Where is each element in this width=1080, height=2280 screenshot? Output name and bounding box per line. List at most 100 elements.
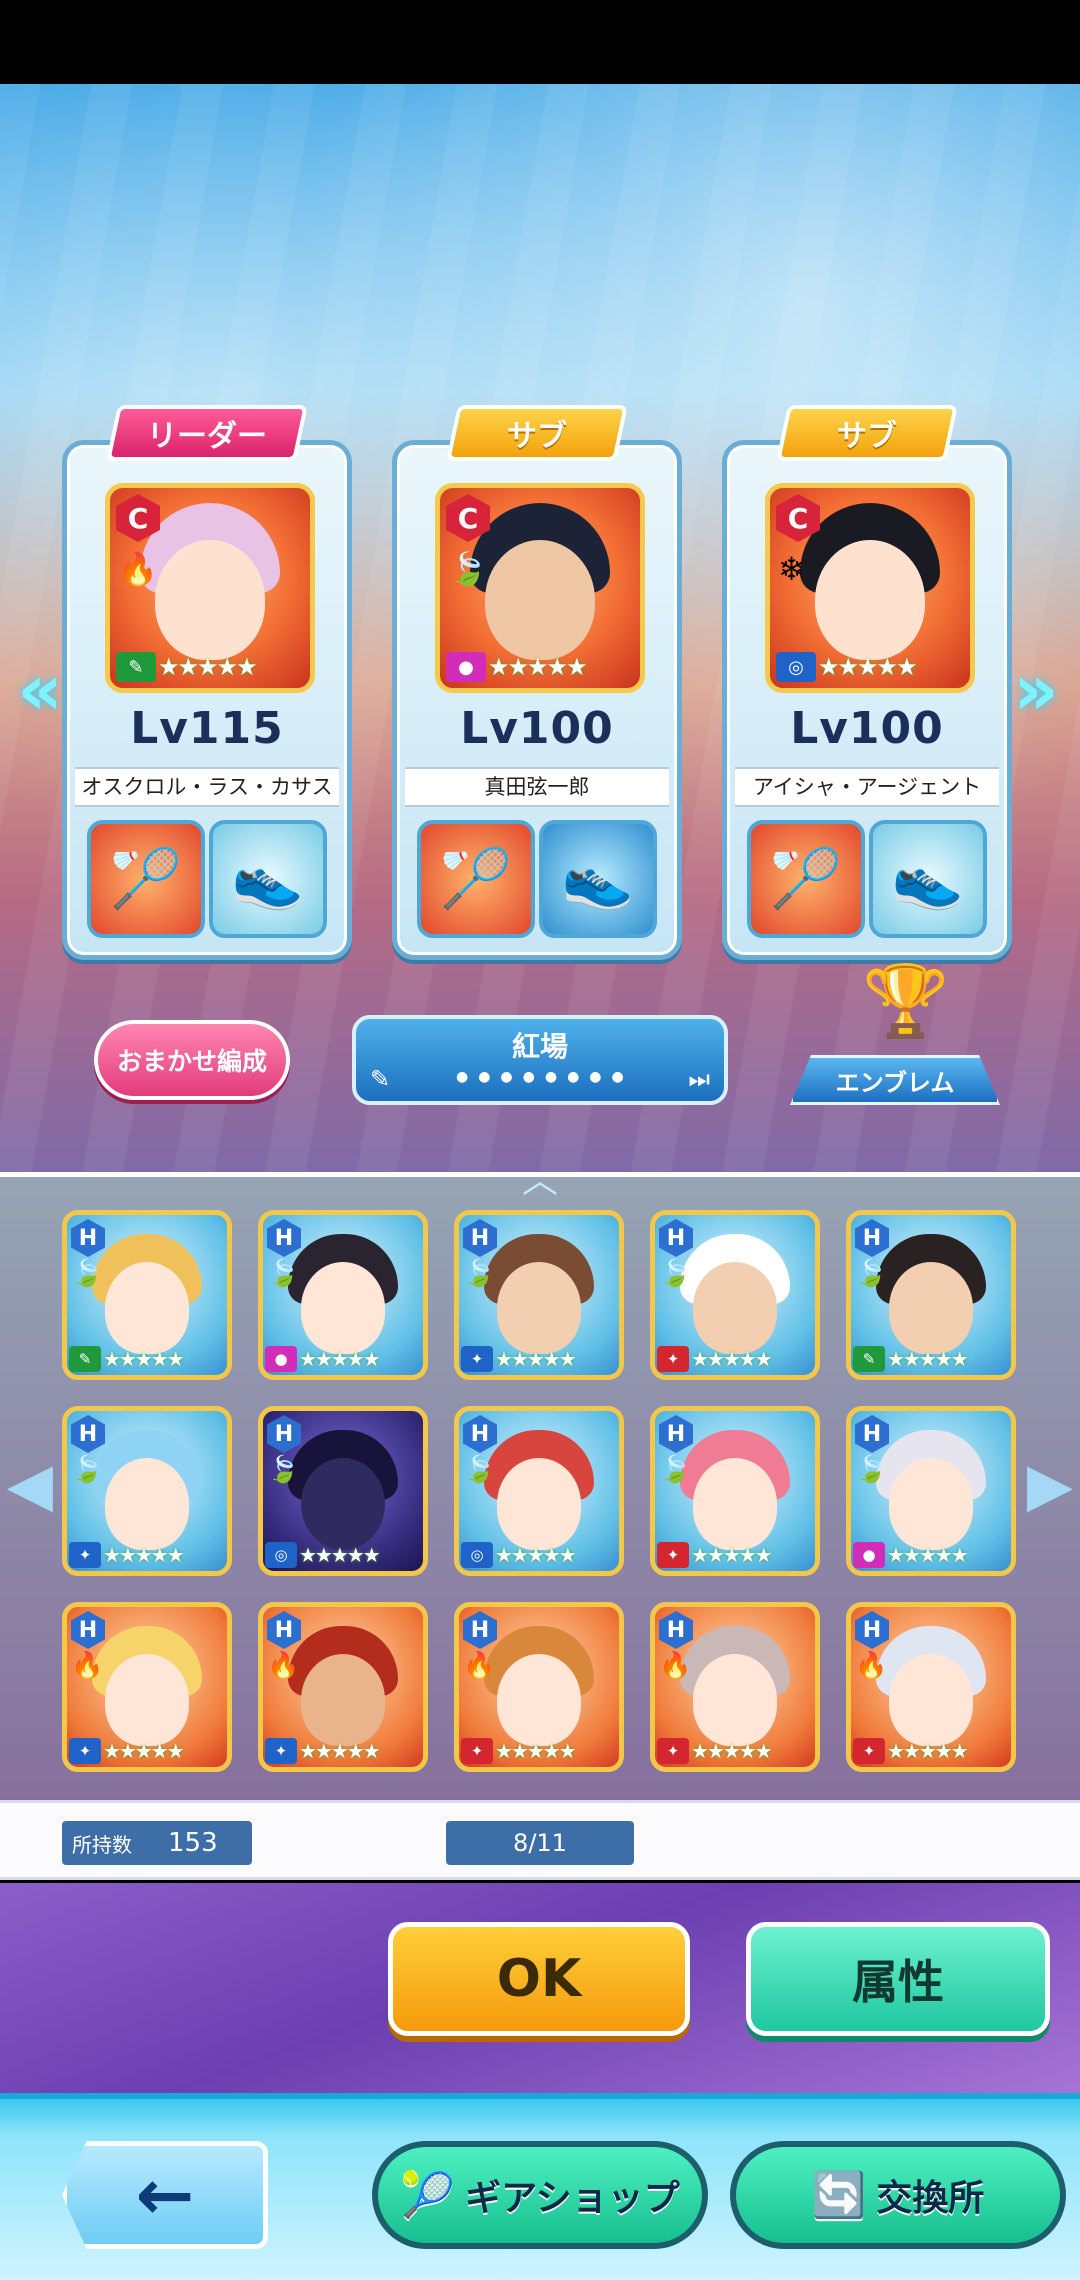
roster-character[interactable]: H 🔥 ✦ ★★★★★ — [846, 1602, 1016, 1772]
racket-gear-slot[interactable]: 🏸 — [417, 820, 535, 938]
rarity-row: ◎ ★★★★★ — [459, 1539, 619, 1571]
rarity-row: ✦ ★★★★★ — [67, 1735, 227, 1767]
roster-character[interactable]: H 🍃 ✎ ★★★★★ — [846, 1210, 1016, 1380]
rank-badge: H — [71, 1415, 105, 1453]
face-shape — [693, 1653, 777, 1746]
roster-character[interactable]: H 🍃 ● ★★★★★ — [846, 1406, 1016, 1576]
roster-character[interactable]: H 🍃 ✦ ★★★★★ — [650, 1406, 820, 1576]
rarity-row: ✦ ★★★★★ — [459, 1343, 619, 1375]
racket-icon: 🏸 — [439, 844, 513, 913]
face-shape — [497, 1457, 581, 1550]
shoes-gear-slot[interactable]: 👟 — [539, 820, 657, 938]
star-icons: ★★★★★ — [299, 1347, 381, 1371]
next-team-arrow-icon[interactable]: » — [1006, 649, 1066, 731]
face-shape — [497, 1261, 581, 1354]
face-shape — [155, 540, 265, 660]
roster-character[interactable]: H 🍃 ✎ ★★★★★ — [62, 1210, 232, 1380]
star-icons: ★★★★★ — [103, 1543, 185, 1567]
face-shape — [889, 1261, 973, 1354]
wind-icon: 🍃 — [463, 1455, 496, 1485]
rank-badge: H — [855, 1219, 889, 1257]
exchange-icon: 🔄 — [811, 2170, 867, 2221]
shoes-gear-slot[interactable]: 👟 — [209, 820, 327, 938]
rarity-row: ✦ ★★★★★ — [459, 1735, 619, 1767]
wind-icon: 🍃 — [448, 550, 488, 588]
fire-icon: 🔥 — [855, 1651, 888, 1681]
pencil-icon[interactable]: ✎ — [370, 1065, 390, 1093]
shoes-icon: 👟 — [561, 844, 635, 913]
type-icon: ◎ — [265, 1542, 297, 1568]
roster-character[interactable]: H 🔥 ✦ ★★★★★ — [62, 1602, 232, 1772]
gear-shop-label: ギアショップ — [465, 2178, 680, 2219]
type-icon: ✦ — [461, 1738, 493, 1764]
rarity-row: ✦ ★★★★★ — [67, 1539, 227, 1571]
type-icon: ✦ — [657, 1738, 689, 1764]
level-label: Lv115 — [130, 703, 284, 754]
type-icon: ✎ — [69, 1346, 101, 1372]
rarity-row: ✦ ★★★★★ — [655, 1343, 815, 1375]
roster-next-arrow-icon[interactable]: ▶ — [1027, 1440, 1073, 1530]
footer-bar: ← 🎾 ギアショップ 🔄 交換所 — [0, 2093, 1080, 2280]
expand-chevron-icon[interactable]: ︿ — [505, 1151, 575, 1201]
emblem-button[interactable]: 🏆 エンブレム — [790, 960, 1000, 1105]
type-icon: ◎ — [776, 652, 816, 682]
wind-icon: 🍃 — [463, 1259, 496, 1289]
wind-icon: 🍃 — [71, 1455, 104, 1485]
attribute-button[interactable]: 属性 — [746, 1922, 1050, 2036]
roster-character[interactable]: H 🔥 ✦ ★★★★★ — [258, 1602, 428, 1772]
previous-team-arrow-icon[interactable]: « — [10, 649, 70, 731]
rarity-row: ✦ ★★★★★ — [655, 1539, 815, 1571]
sub-card-2[interactable]: サブ C ❄ ◎ ★★★★★ Lv100 アイシャ・アージェント 🏸 👟 — [722, 405, 1012, 960]
shoes-gear-slot[interactable]: 👟 — [869, 820, 987, 938]
roster-character[interactable]: H 🍃 ✦ ★★★★★ — [650, 1210, 820, 1380]
sub-card-1[interactable]: サブ C 🍃 ● ★★★★★ Lv100 真田弦一郎 🏸 👟 — [392, 405, 682, 960]
roster-info-bar: 所持数 153 8/11 — [0, 1800, 1080, 1880]
leader-card[interactable]: リーダー C 🔥 ✎ ★★★★★ Lv115 オスクロル・ラス・カサス 🏸 👟 — [62, 405, 352, 960]
roster-character[interactable]: H 🍃 ✦ ★★★★★ — [62, 1406, 232, 1576]
orb-shape — [301, 1457, 385, 1550]
type-icon: ✦ — [461, 1346, 493, 1372]
deck-selector[interactable]: 紅場 ✎ ●●●●●●●● ⏭ — [352, 1015, 728, 1105]
wind-icon: 🍃 — [659, 1455, 692, 1485]
rank-badge: H — [267, 1415, 301, 1453]
rank-badge: H — [659, 1415, 693, 1453]
racket-icon: 🏸 — [769, 844, 843, 913]
fire-icon: 🔥 — [118, 550, 158, 588]
roster-prev-arrow-icon[interactable]: ◀ — [7, 1440, 53, 1530]
roster-character[interactable]: H 🔥 ✦ ★★★★★ — [454, 1602, 624, 1772]
wind-icon: 🍃 — [267, 1455, 300, 1485]
rank-badge: H — [659, 1611, 693, 1649]
type-icon: ✦ — [69, 1738, 101, 1764]
star-icons: ★★★★★ — [158, 653, 258, 681]
rank-badge: H — [463, 1415, 497, 1453]
sub-tag: サブ — [776, 405, 958, 461]
face-shape — [889, 1653, 973, 1746]
roster-character[interactable]: H 🔥 ✦ ★★★★★ — [650, 1602, 820, 1772]
deck-page-dots: ●●●●●●●● — [456, 1069, 634, 1085]
rarity-row: ✎ ★★★★★ — [110, 650, 310, 684]
character-portrait: C 🔥 ✎ ★★★★★ — [105, 483, 315, 693]
ok-button[interactable]: OK — [388, 1922, 690, 2036]
auto-formation-button[interactable]: おまかせ編成 — [94, 1020, 290, 1100]
racket-gear-slot[interactable]: 🏸 — [747, 820, 865, 938]
gear-shop-button[interactable]: 🎾 ギアショップ — [372, 2141, 708, 2249]
exchange-button[interactable]: 🔄 交換所 — [730, 2141, 1066, 2249]
rank-badge: H — [71, 1611, 105, 1649]
roster-character[interactable]: H 🍃 ✦ ★★★★★ — [454, 1210, 624, 1380]
face-shape — [301, 1261, 385, 1354]
back-button[interactable]: ← — [62, 2141, 268, 2249]
star-icons: ★★★★★ — [103, 1739, 185, 1763]
fire-icon: 🔥 — [463, 1651, 496, 1681]
face-shape — [889, 1457, 973, 1550]
roster-character[interactable]: H 🍃 ◎ ★★★★★ — [258, 1406, 428, 1576]
roster-character[interactable]: H 🍃 ◎ ★★★★★ — [454, 1406, 624, 1576]
star-icons: ★★★★★ — [887, 1543, 969, 1567]
fast-forward-icon[interactable]: ⏭ — [688, 1065, 710, 1093]
racket-gear-slot[interactable]: 🏸 — [87, 820, 205, 938]
type-icon: ✎ — [116, 652, 156, 682]
star-icons: ★★★★★ — [887, 1739, 969, 1763]
slot-count: 8/11 — [446, 1821, 634, 1865]
star-icons: ★★★★★ — [691, 1543, 773, 1567]
roster-character[interactable]: H 🍃 ● ★★★★★ — [258, 1210, 428, 1380]
type-icon: ✦ — [853, 1738, 885, 1764]
